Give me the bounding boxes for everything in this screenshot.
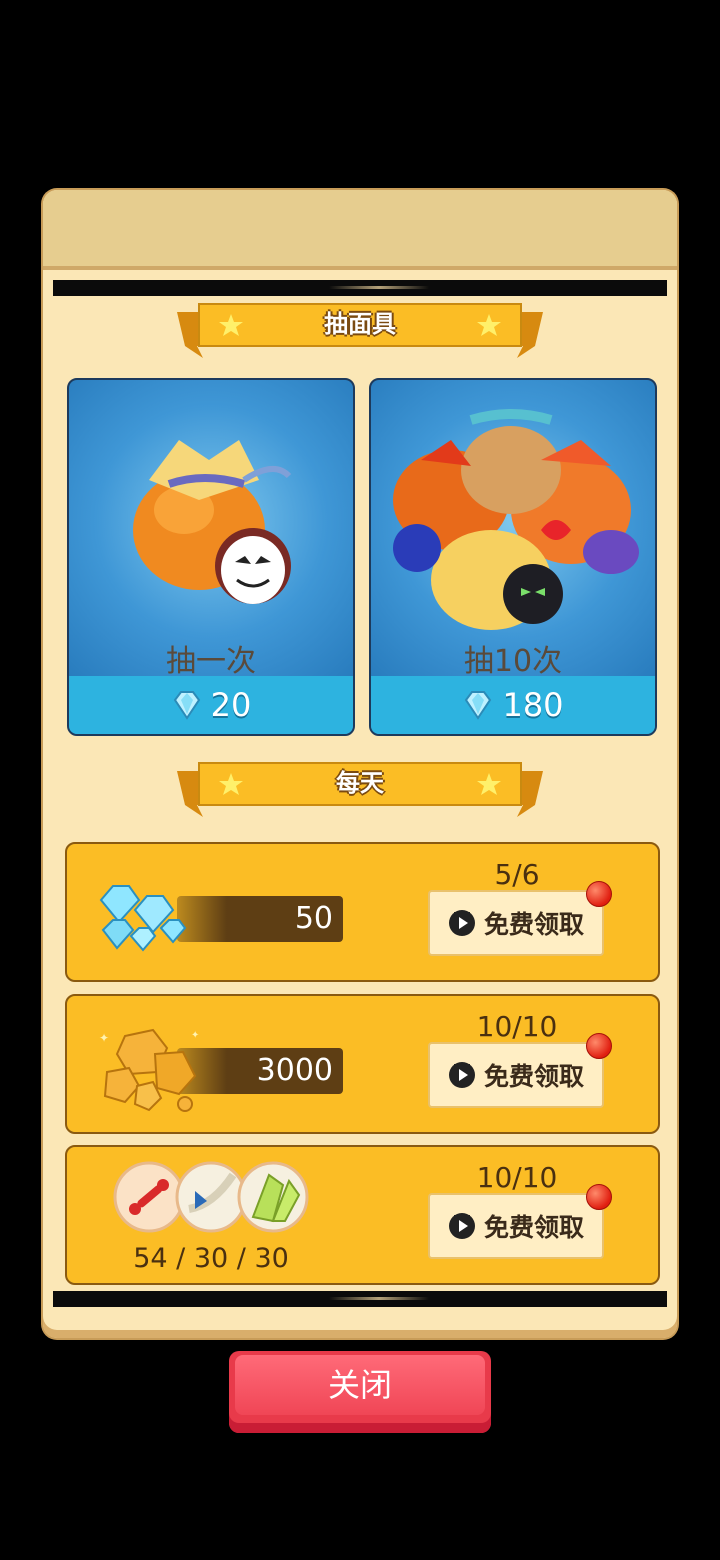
free-claim-button[interactable]: 免费领取: [428, 1042, 604, 1108]
diamond-icon: [465, 691, 492, 720]
svg-text:✦: ✦: [99, 1031, 109, 1045]
notification-dot: [586, 881, 612, 907]
video-play-icon: [448, 910, 475, 936]
materials-amounts: 54 / 30 / 30: [133, 1243, 289, 1274]
reward-amount: 50: [177, 896, 343, 942]
free-claim-label: 免费领取: [483, 1062, 584, 1091]
mask-bag-pile-art: [393, 409, 639, 630]
section-ribbon-daily: 每天: [177, 759, 543, 817]
panel-header: [43, 190, 677, 270]
draw-once-price-value: 20: [210, 686, 252, 724]
daily-row-materials: 54 / 30 / 30 10/10 免费领取: [65, 1145, 660, 1285]
draw-ten-price-value: 180: [502, 686, 564, 724]
notification-dot: [586, 1184, 612, 1210]
section-ribbon-draw: 抽面具: [177, 300, 543, 358]
daily-row-gold: 3000 ✦ ✦ 10/10 免费领取: [65, 994, 660, 1134]
free-claim-label: 免费领取: [483, 910, 584, 939]
materials-icons: [113, 1161, 309, 1233]
top-divider: [53, 280, 667, 296]
section-title-draw: 抽面具: [324, 310, 396, 338]
close-button-label: 关闭: [235, 1355, 485, 1415]
draw-ten-price: 180: [371, 676, 655, 734]
free-claim-button[interactable]: 免费领取: [428, 1193, 604, 1259]
svg-text:✦: ✦: [191, 1030, 199, 1041]
video-play-icon: [448, 1062, 475, 1088]
gold-ore-icon: ✦ ✦: [99, 1028, 199, 1112]
claim-count: 5/6: [494, 858, 540, 891]
daily-row-diamonds: 50 5/6 免费领取: [65, 842, 660, 982]
free-claim-button[interactable]: 免费领取: [428, 890, 604, 956]
claw-icon: [175, 1161, 247, 1233]
wing-icon: [237, 1161, 309, 1233]
notification-dot: [586, 1033, 612, 1059]
diamond-pile-icon: [99, 885, 187, 952]
draw-once-label: 抽一次: [166, 644, 256, 679]
draw-ten-card[interactable]: 抽10次 180: [369, 378, 657, 736]
free-claim-label: 免费领取: [483, 1213, 584, 1242]
claim-count: 10/10: [476, 1010, 558, 1043]
close-button[interactable]: 关闭: [229, 1351, 491, 1433]
section-title-daily: 每天: [336, 769, 384, 797]
bottom-divider: [53, 1291, 667, 1307]
draw-ten-label: 抽10次: [463, 644, 563, 679]
bone-icon: [113, 1161, 185, 1233]
draw-once-card[interactable]: 抽一次 20: [67, 378, 355, 736]
mask-bag-art: [133, 440, 292, 604]
diamond-icon: [173, 691, 200, 720]
claim-count: 10/10: [476, 1161, 558, 1194]
video-play-icon: [448, 1213, 475, 1239]
draw-once-price: 20: [69, 676, 353, 734]
